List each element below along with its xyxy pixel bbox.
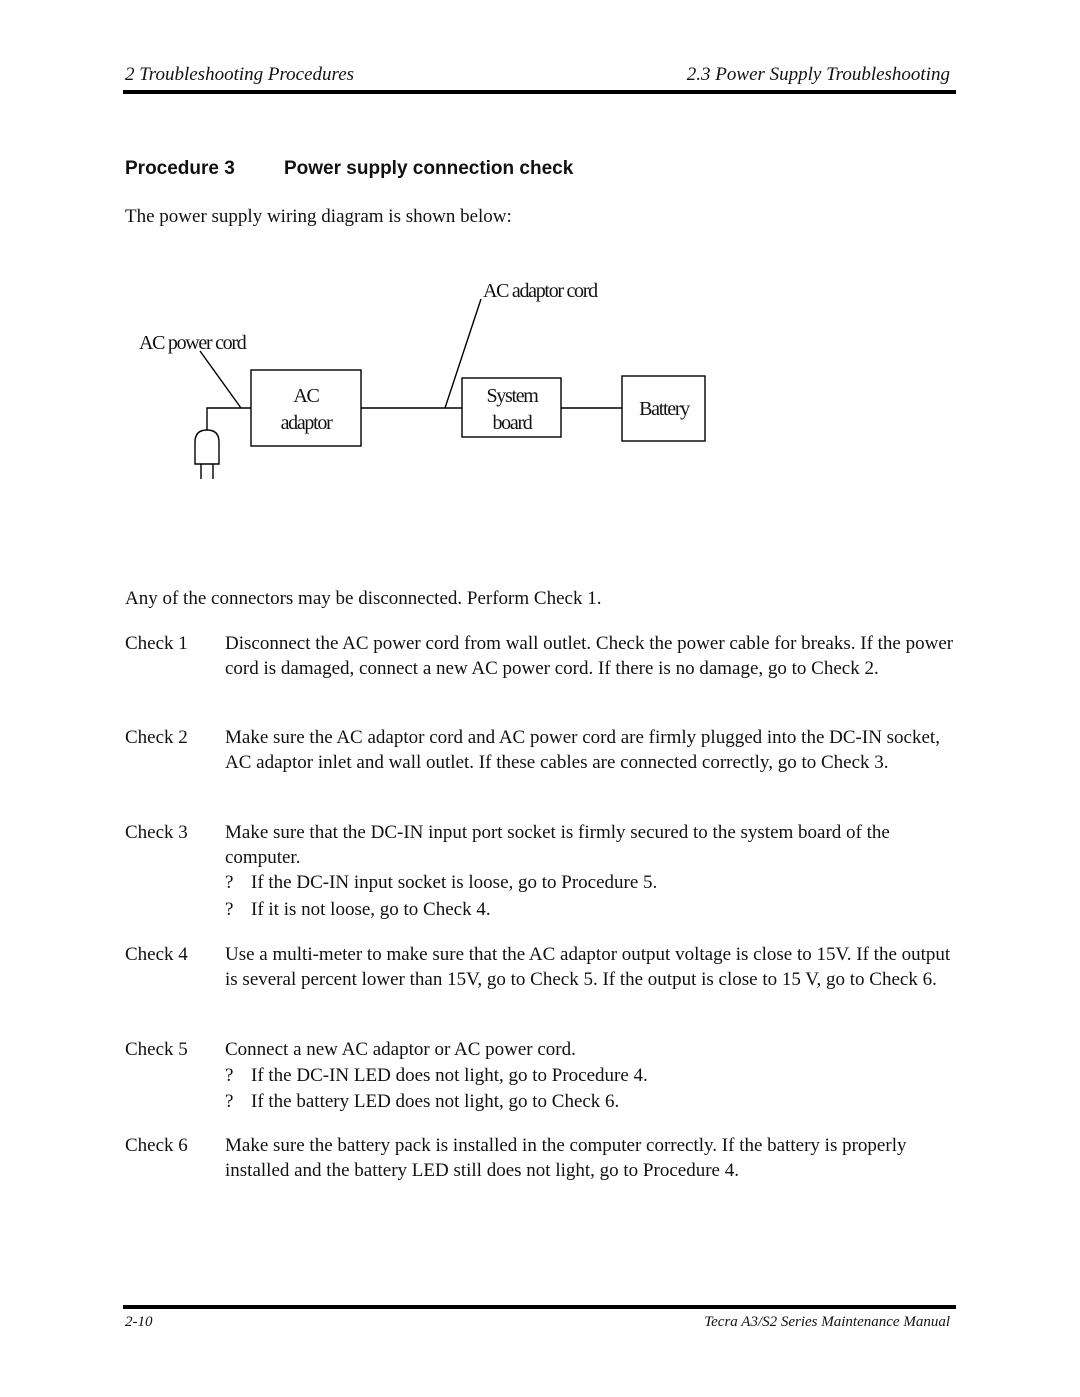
check-4-body: Use a multi-meter to make sure that the …	[225, 944, 951, 990]
bullet-mark: ?	[225, 1064, 234, 1086]
check-3-bullet-1: ? If the DC-IN input socket is loose, go…	[225, 871, 950, 896]
battery-label: Battery	[639, 398, 690, 420]
ac-adaptor-cord-leader-line	[444, 298, 482, 409]
bullet-mark: ?	[225, 872, 234, 893]
bullet-mark: ?	[225, 898, 234, 920]
check-3-body: Make sure that the DC-IN input port sock…	[225, 822, 890, 868]
power-supply-wiring-diagram: AC power cord AC adaptor cord AC adaptor…	[139, 280, 706, 479]
bullet-mark: ?	[225, 1091, 234, 1112]
check-4-text: Use a multi-meter to make sure that the …	[225, 943, 960, 992]
check-3-label: Check 3	[125, 822, 188, 843]
check-3-bullet-2: ? If it is not loose, go to Check 4.	[225, 898, 950, 923]
bullet-text: If the DC-IN LED does not light, go to P…	[251, 1064, 648, 1086]
check-5-bullet-2: ? If the battery LED does not light, go …	[225, 1090, 960, 1115]
check-6-text: Make sure the battery pack is installed …	[225, 1134, 925, 1183]
check-2-label: Check 2	[125, 727, 188, 748]
bullet-text: If it is not loose, go to Check 4.	[251, 898, 491, 920]
ac-power-cord-label: AC power cord	[139, 332, 247, 354]
ac-adaptor-block	[250, 369, 362, 447]
check-1-text: Disconnect the AC power cord from wall o…	[225, 632, 960, 681]
system-board-label-line2: board	[492, 412, 532, 434]
check-4-label: Check 4	[125, 944, 188, 965]
check-6-label: Check 6	[125, 1135, 188, 1156]
ac-power-cord-line	[206, 407, 251, 430]
ac-adaptor-cord-label: AC adaptor cord	[483, 280, 598, 302]
system-board-label-line1: System	[486, 385, 539, 407]
ac-power-cord-leader-line	[199, 350, 242, 409]
check-6-body: Make sure the battery pack is installed …	[225, 1135, 907, 1181]
bullet-text: If the DC-IN input socket is loose, go t…	[251, 872, 658, 893]
power-plug-icon	[194, 429, 220, 479]
check-3-text: Make sure that the DC-IN input port sock…	[225, 821, 950, 922]
ac-adaptor-label-line1: AC	[293, 385, 319, 407]
ac-adaptor-label-line2: adaptor	[281, 412, 334, 434]
check-1-label: Check 1	[125, 633, 188, 654]
check-5-label: Check 5	[125, 1039, 188, 1060]
bullet-text: If the battery LED does not light, go to…	[251, 1091, 620, 1112]
check-2-body: Make sure the AC adaptor cord and AC pow…	[225, 727, 940, 773]
check-5-bullet-1: ? If the DC-IN LED does not light, go to…	[225, 1064, 960, 1089]
connectors-note: Any of the connectors may be disconnecte…	[125, 588, 602, 609]
check-2-text: Make sure the AC adaptor cord and AC pow…	[225, 726, 960, 775]
check-5-text: Connect a new AC adaptor or AC power cor…	[225, 1038, 960, 1115]
footer-rule	[123, 1305, 956, 1309]
page-number: 2-10	[125, 1314, 153, 1330]
manual-title: Tecra A3/S2 Series Maintenance Manual	[704, 1314, 950, 1330]
check-5-body: Connect a new AC adaptor or AC power cor…	[225, 1039, 576, 1060]
check-1-body: Disconnect the AC power cord from wall o…	[225, 633, 954, 679]
